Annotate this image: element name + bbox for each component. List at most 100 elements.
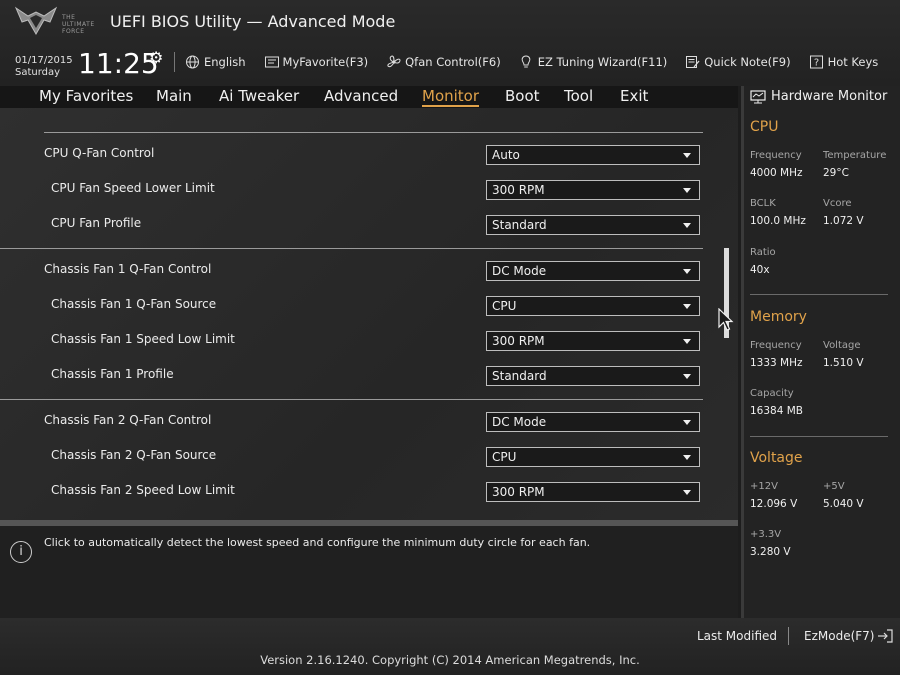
setting-label[interactable]: Chassis Fan 1 Profile bbox=[51, 367, 174, 381]
ezmode-button[interactable]: EzMode(F7) bbox=[804, 629, 894, 643]
chassis-fan1-qfan-control-dropdown[interactable]: DC Mode bbox=[486, 261, 700, 281]
settings-panel: CPU Q-Fan Control Auto CPU Fan Speed Low… bbox=[0, 108, 738, 520]
qfan-control-button[interactable]: Qfan Control(F6) bbox=[386, 55, 501, 69]
setting-label[interactable]: CPU Fan Profile bbox=[51, 216, 141, 230]
chevron-down-icon bbox=[683, 455, 691, 460]
myfavorite-label: MyFavorite(F3) bbox=[282, 55, 369, 69]
cpu-frequency-value: 4000 MHz bbox=[750, 167, 803, 179]
hot-keys-label: Hot Keys bbox=[827, 55, 879, 69]
memory-section-heading: Memory bbox=[750, 309, 807, 325]
setting-label[interactable]: Chassis Fan 2 Speed Low Limit bbox=[51, 483, 235, 497]
help-description: Click to automatically detect the lowest… bbox=[44, 536, 591, 549]
myfavorite-button[interactable]: MyFavorite(F3) bbox=[264, 55, 369, 69]
chassis-fan1-profile-dropdown[interactable]: Standard bbox=[486, 366, 700, 386]
hardware-monitor-panel: Hardware Monitor CPU Frequency Temperatu… bbox=[741, 86, 900, 618]
hw-section-divider bbox=[750, 436, 888, 437]
setting-label[interactable]: Chassis Fan 1 Q-Fan Control bbox=[44, 262, 211, 276]
logo-text-line: FORCE bbox=[62, 28, 85, 35]
memory-frequency-value: 1333 MHz bbox=[750, 357, 803, 369]
logo-text: THE ULTIMATE FORCE bbox=[62, 14, 95, 35]
tab-tool[interactable]: Tool bbox=[564, 87, 593, 105]
chassis-fan2-qfan-control-dropdown[interactable]: DC Mode bbox=[486, 412, 700, 432]
dropdown-value: Standard bbox=[492, 369, 547, 383]
day-text: Saturday bbox=[15, 67, 61, 78]
cpu-bclk-label: BCLK bbox=[750, 198, 776, 209]
chevron-down-icon bbox=[683, 269, 691, 274]
info-icon: i bbox=[10, 541, 32, 563]
memory-voltage-value: 1.510 V bbox=[823, 357, 864, 369]
voltage-12v-label: +12V bbox=[750, 481, 778, 492]
main-menu-bar: My Favorites Main Ai Tweaker Advanced Mo… bbox=[0, 86, 738, 108]
setting-label[interactable]: Chassis Fan 1 Q-Fan Source bbox=[51, 297, 216, 311]
language-button[interactable]: English bbox=[185, 55, 246, 69]
dropdown-value: CPU bbox=[492, 299, 517, 313]
tab-advanced[interactable]: Advanced bbox=[324, 87, 398, 105]
tab-main[interactable]: Main bbox=[156, 87, 192, 105]
chevron-down-icon bbox=[683, 374, 691, 379]
favorite-icon bbox=[264, 55, 280, 69]
dropdown-value: 300 RPM bbox=[492, 334, 545, 348]
cpu-temperature-label: Temperature bbox=[823, 150, 887, 161]
setting-label[interactable]: Chassis Fan 2 Q-Fan Source bbox=[51, 448, 216, 462]
tab-ai-tweaker[interactable]: Ai Tweaker bbox=[219, 87, 299, 105]
setting-label[interactable]: CPU Fan Speed Lower Limit bbox=[51, 181, 215, 195]
copyright-text: Version 2.16.1240. Copyright (C) 2014 Am… bbox=[260, 653, 640, 667]
voltage-3v3-value: 3.280 V bbox=[750, 546, 791, 558]
lightbulb-icon bbox=[519, 55, 535, 69]
cpu-vcore-label: Vcore bbox=[823, 198, 852, 209]
exit-arrow-icon bbox=[878, 629, 894, 643]
cpu-vcore-value: 1.072 V bbox=[823, 215, 864, 227]
cpu-qfan-control-dropdown[interactable]: Auto bbox=[486, 145, 700, 165]
section-divider bbox=[0, 399, 703, 400]
dropdown-value: 300 RPM bbox=[492, 183, 545, 197]
tuf-logo-icon bbox=[14, 6, 58, 36]
voltage-section-heading: Voltage bbox=[750, 450, 803, 466]
chassis-fan1-speed-low-limit-dropdown[interactable]: 300 RPM bbox=[486, 331, 700, 351]
ezmode-label: EzMode(F7) bbox=[804, 629, 875, 643]
top-header: THE ULTIMATE FORCE UEFI BIOS Utility — A… bbox=[0, 0, 900, 86]
hardware-monitor-title: Hardware Monitor bbox=[750, 89, 887, 104]
memory-capacity-label: Capacity bbox=[750, 388, 794, 399]
logo-text-line: ULTIMATE bbox=[62, 21, 95, 28]
tab-monitor[interactable]: Monitor bbox=[422, 87, 480, 107]
tuf-logo: THE ULTIMATE FORCE bbox=[14, 6, 104, 40]
voltage-5v-value: 5.040 V bbox=[823, 498, 864, 510]
section-divider bbox=[44, 132, 703, 133]
date-text: 01/17/2015 bbox=[15, 55, 73, 66]
setting-label[interactable]: CPU Q-Fan Control bbox=[44, 146, 154, 160]
setting-label[interactable]: Chassis Fan 1 Speed Low Limit bbox=[51, 332, 235, 346]
svg-text:?: ? bbox=[813, 58, 818, 69]
app-title: UEFI BIOS Utility — Advanced Mode bbox=[110, 12, 396, 31]
cpu-ratio-value: 40x bbox=[750, 264, 770, 276]
setting-label[interactable]: Chassis Fan 2 Q-Fan Control bbox=[44, 413, 211, 427]
help-panel: i Click to automatically detect the lowe… bbox=[0, 526, 738, 618]
voltage-3v3-label: +3.3V bbox=[750, 529, 782, 540]
cpu-fan-speed-lower-limit-dropdown[interactable]: 300 RPM bbox=[486, 180, 700, 200]
quick-note-button[interactable]: Quick Note(F9) bbox=[685, 55, 791, 69]
hardware-monitor-title-text: Hardware Monitor bbox=[771, 89, 888, 104]
cpu-temperature-value: 29°C bbox=[823, 167, 849, 179]
chassis-fan1-qfan-source-dropdown[interactable]: CPU bbox=[486, 296, 700, 316]
tab-exit[interactable]: Exit bbox=[620, 87, 648, 105]
cpu-frequency-label: Frequency bbox=[750, 150, 802, 161]
footer-divider bbox=[788, 627, 789, 645]
cpu-fan-profile-dropdown[interactable]: Standard bbox=[486, 215, 700, 235]
last-modified-button[interactable]: Last Modified bbox=[697, 629, 777, 643]
memory-capacity-value: 16384 MB bbox=[750, 405, 804, 417]
chevron-down-icon bbox=[683, 223, 691, 228]
dropdown-value: CPU bbox=[492, 450, 517, 464]
ez-tuning-wizard-button[interactable]: EZ Tuning Wizard(F11) bbox=[519, 55, 667, 69]
dropdown-value: DC Mode bbox=[492, 415, 547, 429]
clock-settings-gear-icon[interactable]: ⚙ bbox=[149, 48, 163, 67]
memory-voltage-label: Voltage bbox=[823, 340, 861, 351]
tab-boot[interactable]: Boot bbox=[505, 87, 540, 105]
chassis-fan2-speed-low-limit-dropdown[interactable]: 300 RPM bbox=[486, 482, 700, 502]
hot-keys-button[interactable]: ? Hot Keys bbox=[809, 55, 879, 69]
tab-my-favorites[interactable]: My Favorites bbox=[39, 87, 133, 105]
language-label: English bbox=[204, 55, 246, 69]
fan-icon bbox=[386, 55, 402, 69]
cpu-section-heading: CPU bbox=[750, 119, 779, 135]
memory-frequency-label: Frequency bbox=[750, 340, 802, 351]
cpu-ratio-label: Ratio bbox=[750, 247, 776, 258]
chassis-fan2-qfan-source-dropdown[interactable]: CPU bbox=[486, 447, 700, 467]
